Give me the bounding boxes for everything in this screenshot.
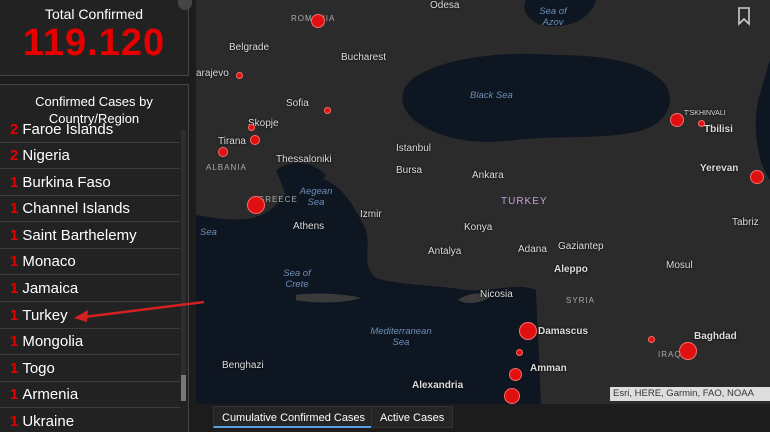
city-label: T'SKHINVALI	[684, 110, 726, 117]
city-label: Izmir	[360, 209, 382, 220]
list-item[interactable]: 2 Nigeria	[0, 143, 180, 169]
case-marker[interactable]	[516, 349, 523, 356]
city-label: Amman	[530, 363, 567, 374]
sea-label: Aegean Sea	[299, 186, 333, 208]
country-list-panel: Confirmed Cases by Country/Region 2 Faroe…	[0, 84, 189, 432]
case-marker[interactable]	[247, 196, 265, 214]
sea-label: Black Sea	[470, 90, 513, 101]
country-label-albania: ALBANIA	[206, 163, 247, 172]
tab-cumulative-confirmed[interactable]: Cumulative Confirmed Cases	[213, 406, 375, 428]
case-marker[interactable]	[311, 14, 325, 28]
city-label: Istanbul	[396, 143, 432, 154]
city-label-odesa: Odesa	[430, 0, 460, 11]
city-label: Athens	[293, 221, 325, 232]
list-scrollbar[interactable]	[181, 130, 186, 400]
bookmark-icon[interactable]	[734, 6, 754, 26]
sea-label: Sea	[200, 227, 217, 238]
city-label: Sofia	[286, 98, 309, 109]
case-marker[interactable]	[250, 135, 260, 145]
city-label: Yerevan	[700, 163, 739, 174]
city-label: Bucharest	[341, 52, 387, 63]
city-label: Tbilisi	[704, 124, 733, 135]
city-label: Tirana	[218, 136, 246, 147]
list-item[interactable]: 1 Burkina Faso	[0, 170, 180, 196]
city-label: Alexandria	[412, 380, 464, 391]
list-item[interactable]: 1 Ukraine	[0, 409, 180, 432]
case-marker[interactable]	[509, 368, 522, 381]
country-label-syria: SYRIA	[566, 296, 596, 305]
map-view[interactable]: ROMANIA TURKEY GREECE ALBANIA SYRIA IRAQ…	[196, 0, 770, 404]
list-item[interactable]: 1 Armenia	[0, 382, 180, 408]
list-item[interactable]: 2 Faroe Islands	[0, 117, 180, 143]
city-label: Nicosia	[480, 289, 513, 300]
list-item[interactable]: 1 Saint Barthelemy	[0, 223, 180, 249]
list-item[interactable]: 1 Channel Islands	[0, 196, 180, 222]
city-label: Belgrade	[229, 42, 270, 53]
case-marker[interactable]	[679, 342, 697, 360]
city-label: Baghdad	[694, 331, 737, 342]
sea-label: Mediterranean Sea	[370, 326, 432, 348]
city-label: Antalya	[428, 246, 462, 257]
case-marker[interactable]	[324, 107, 331, 114]
annotation-arrow	[74, 300, 205, 322]
city-label: Konya	[464, 222, 493, 233]
city-label: arajevo	[196, 68, 229, 79]
tab-active-cases[interactable]: Active Cases	[371, 406, 454, 428]
case-marker[interactable]	[504, 388, 520, 404]
list-title-line1: Confirmed Cases by	[35, 94, 153, 109]
list-scrollbar-thumb[interactable]	[181, 375, 186, 401]
city-label: Bursa	[396, 165, 423, 176]
city-label: Benghazi	[222, 360, 264, 371]
panel-corner-icon[interactable]	[178, 0, 192, 10]
list-item[interactable]: 1 Togo	[0, 356, 180, 382]
list-item[interactable]: 1 Monaco	[0, 249, 180, 275]
case-marker[interactable]	[648, 336, 655, 343]
case-marker[interactable]	[218, 147, 228, 157]
case-marker[interactable]	[750, 170, 764, 184]
city-label: Gaziantep	[558, 241, 604, 252]
total-confirmed-panel: Total Confirmed 119.120	[0, 0, 189, 76]
case-marker[interactable]	[698, 120, 705, 127]
case-marker[interactable]	[670, 113, 684, 127]
city-label: Tabriz	[732, 217, 759, 228]
city-label: Damascus	[538, 326, 589, 337]
total-confirmed-title: Total Confirmed	[44, 6, 144, 22]
case-marker[interactable]	[519, 322, 537, 340]
map-attribution: Esri, HERE, Garmin, FAO, NOAA	[610, 387, 770, 401]
case-marker[interactable]	[236, 72, 243, 79]
case-marker[interactable]	[248, 124, 255, 131]
sea-label: Sea of Crete	[283, 268, 311, 290]
city-label: Mosul	[666, 260, 693, 271]
list-item[interactable]: 1 Mongolia	[0, 329, 180, 355]
city-label: Adana	[518, 244, 547, 255]
city-label: Aleppo	[554, 264, 588, 275]
country-label-turkey: TURKEY	[501, 196, 548, 207]
total-confirmed-value: 119.120	[22, 22, 166, 64]
city-label: Ankara	[472, 170, 504, 181]
city-label: Thessaloniki	[276, 154, 332, 165]
sea-label: Sea of Azov	[539, 6, 567, 28]
